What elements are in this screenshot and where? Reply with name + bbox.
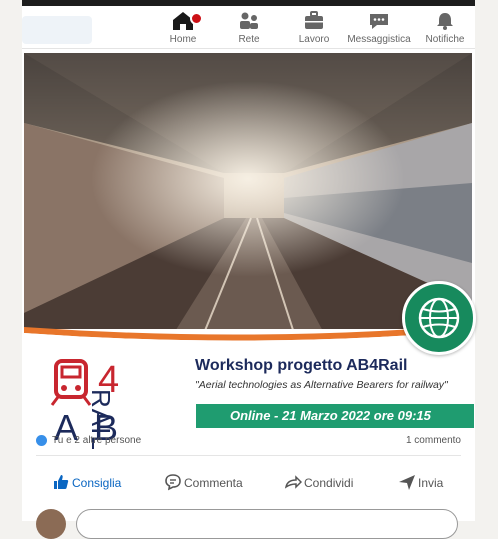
- share-arrow-icon: [284, 475, 302, 489]
- nav-network[interactable]: Rete: [214, 10, 284, 45]
- actions-divider: [36, 455, 461, 456]
- briefcase-icon: [305, 11, 323, 29]
- workshop-title: Workshop progetto AB4Rail: [195, 357, 408, 374]
- like-label: Consiglia: [72, 476, 122, 490]
- thumbs-up-icon: [54, 475, 69, 489]
- search-box[interactable]: [22, 16, 92, 44]
- nav-network-label: Rete: [238, 34, 260, 45]
- nav-notifications-label: Notifiche: [425, 34, 465, 45]
- notification-badge: [190, 12, 203, 25]
- comment-input[interactable]: [76, 509, 458, 539]
- comment-icon: [165, 474, 181, 491]
- feed-post: 4 A B RAIL Workshop progetto AB4Rail "Ae…: [22, 49, 476, 539]
- share-label: Condividi: [304, 476, 354, 490]
- post-actions: Consiglia Commenta Condividi Invia: [22, 467, 475, 497]
- nav-notifications[interactable]: Notifiche: [410, 10, 480, 45]
- user-avatar: [36, 509, 66, 539]
- globe-seal-icon: [418, 297, 460, 339]
- nav-jobs-label: Lavoro: [298, 34, 330, 45]
- comment-composer: [36, 505, 466, 539]
- event-date-text: Online - 21 Marzo 2022 ore 09:15: [230, 408, 431, 423]
- send-plane-icon: [399, 475, 415, 490]
- nav-jobs[interactable]: Lavoro: [279, 10, 349, 45]
- reactions-count[interactable]: Tu e 2 altre persone: [52, 435, 141, 446]
- nav-home[interactable]: Home: [148, 10, 218, 45]
- bell-icon: [437, 13, 453, 30]
- nav-home-label: Home: [169, 34, 197, 45]
- workshop-subtitle: "Aerial technologies as Alternative Bear…: [195, 379, 448, 391]
- send-label: Invia: [418, 476, 444, 490]
- social-counts: Tu e 2 altre persone 1 commento: [36, 434, 461, 450]
- like-reaction-icon: [36, 435, 47, 446]
- nav-messaging-label: Messaggistica: [347, 34, 411, 45]
- event-date-bar: Online - 21 Marzo 2022 ore 09:15: [196, 404, 474, 428]
- messaging-icon: [370, 14, 388, 29]
- organization-seal-logo: [402, 281, 476, 355]
- network-icon: [240, 12, 258, 29]
- top-navigation: Home Rete Lavoro Messaggistica Notifiche: [22, 6, 475, 49]
- nav-messaging[interactable]: Messaggistica: [344, 10, 414, 45]
- comments-count[interactable]: 1 commento: [406, 435, 461, 446]
- comment-label: Commenta: [184, 476, 243, 490]
